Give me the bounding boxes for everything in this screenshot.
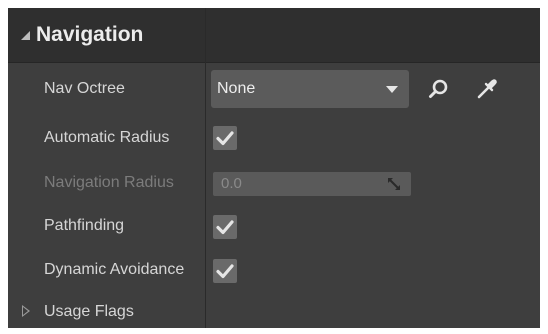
- automatic-radius-label: Automatic Radius: [44, 129, 170, 146]
- pathfinding-checkbox[interactable]: [213, 215, 237, 239]
- navigation-radius-field[interactable]: 0.0: [213, 172, 411, 196]
- navigation-radius-label: Navigation Radius: [44, 174, 174, 191]
- drag-value-icon: [388, 178, 400, 190]
- automatic-radius-checkbox[interactable]: [213, 126, 237, 150]
- expand-arrow-icon[interactable]: [22, 305, 30, 317]
- dynamic-avoidance-checkbox[interactable]: [213, 259, 237, 283]
- section-header-navigation[interactable]: Navigation: [8, 8, 540, 63]
- pathfinding-label: Pathfinding: [44, 217, 125, 234]
- dynamic-avoidance-label: Dynamic Avoidance: [44, 261, 185, 278]
- section-title: Navigation: [36, 23, 144, 46]
- details-panel: Navigation Nav Octree None Automatic Rad…: [8, 8, 540, 328]
- column-divider: [205, 8, 206, 62]
- usage-flags-label[interactable]: Usage Flags: [44, 301, 204, 323]
- navigation-radius-value: 0.0: [221, 175, 242, 192]
- nav-octree-value: None: [217, 80, 256, 97]
- checkmark-icon: [216, 264, 234, 279]
- column-splitter[interactable]: [205, 62, 206, 328]
- nav-octree-dropdown[interactable]: None: [211, 70, 409, 108]
- nav-octree-label: Nav Octree: [44, 80, 125, 97]
- collapse-arrow-icon[interactable]: [21, 31, 30, 40]
- eyedropper-icon[interactable]: [474, 76, 500, 102]
- checkmark-icon: [216, 220, 234, 235]
- checkmark-icon: [216, 131, 234, 146]
- chevron-down-icon: [386, 86, 398, 93]
- search-icon[interactable]: [426, 76, 452, 102]
